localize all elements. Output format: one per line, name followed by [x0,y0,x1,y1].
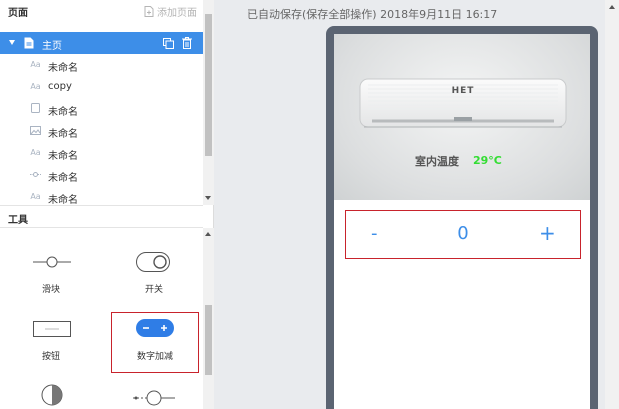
text-icon: Aa [30,192,41,201]
page-tree-item-home[interactable]: 主页 [0,32,203,54]
stepper-icon [136,319,174,337]
copy-icon[interactable] [163,38,174,49]
page-tree-item-label: 未命名 [48,173,78,184]
tool-label: 数字加减 [136,352,173,362]
toggle-icon [136,252,170,272]
rectangle-icon [31,103,40,113]
trash-icon[interactable] [182,37,192,49]
canvas-scrollbar[interactable] [605,0,619,409]
tool-stepper[interactable]: 数字加减 [110,316,200,374]
scroll-up-arrow-icon[interactable] [609,5,615,9]
ac-brand-label: HET [451,86,475,96]
page-tree-item-label: 未命名 [48,107,78,118]
page-tree-item[interactable]: Aa 未命名 [0,54,203,76]
tool-knob-slider[interactable] [109,384,199,409]
tools-scroll-thumb[interactable] [205,305,212,375]
pages-header: 页面 添加页面 [0,0,203,22]
tool-label: 滑块 [41,285,60,295]
page-list-scroll-thumb[interactable] [205,14,212,156]
tools-title: 工具 [8,215,28,226]
left-panel: 页面 添加页面 主页 Aa 未命名 Aa copy 未命名 未命名 Aa 未命名… [0,0,214,409]
tool-label: 按钮 [41,352,60,362]
gauge-icon [41,384,63,406]
scroll-down-arrow-icon[interactable] [205,196,211,200]
image-icon [30,126,41,135]
page-tree: 主页 Aa 未命名 Aa copy 未命名 未命名 Aa 未命名 未命名 Aa … [0,32,203,208]
page-tree-item[interactable]: 未命名 [0,98,203,120]
tool-slider[interactable]: 滑块 [6,246,96,304]
slider-icon [33,256,71,268]
add-page-icon [144,6,154,17]
tool-label: 开关 [144,285,163,295]
add-page-button[interactable]: 添加页面 [144,4,197,19]
page-tree-item[interactable]: Aa 未命名 [0,142,203,164]
page-tree-item[interactable]: 未命名 [0,120,203,142]
document-icon [24,37,34,49]
scroll-up-arrow-icon[interactable] [205,232,211,236]
tool-toggle[interactable]: 开关 [109,246,199,304]
page-tree-item-label: 未命名 [48,129,78,140]
text-icon: Aa [30,148,41,157]
indoor-temperature-label: 室内温度 [415,155,459,168]
page-tree-item[interactable]: 未命名 [0,164,203,186]
tool-gauge[interactable] [6,384,96,409]
text-icon: Aa [30,82,41,91]
number-stepper[interactable]: - 0 + [345,210,581,259]
page-tree-item-label: 未命名 [48,195,78,206]
caret-down-icon[interactable] [9,40,15,45]
indoor-temperature-value: 29°C [473,154,502,167]
slider-icon [30,172,41,177]
knob-slider-icon [133,390,175,406]
text-icon: Aa [30,60,41,69]
pages-title: 页面 [8,8,28,19]
increment-button[interactable]: + [539,223,556,243]
add-page-label: 添加页面 [157,8,197,19]
page-tree-item-label: copy [48,81,72,92]
page-tree-item-label: 未命名 [48,63,78,74]
home-page-label: 主页 [42,41,62,52]
divider [0,205,203,206]
autosave-status: 已自动保存(保存全部操作) 2018年9月11日 16:17 [247,8,498,21]
page-tree-item[interactable]: Aa copy [0,76,203,98]
air-conditioner-image[interactable]: HET 室内温度 29°C [334,34,590,200]
stepper-value: 0 [457,223,469,244]
tool-button[interactable]: 按钮 [6,316,96,374]
page-tree-item-label: 未命名 [48,151,78,162]
decrement-button[interactable]: - [371,224,378,244]
divider [0,227,203,228]
button-icon [33,321,71,337]
